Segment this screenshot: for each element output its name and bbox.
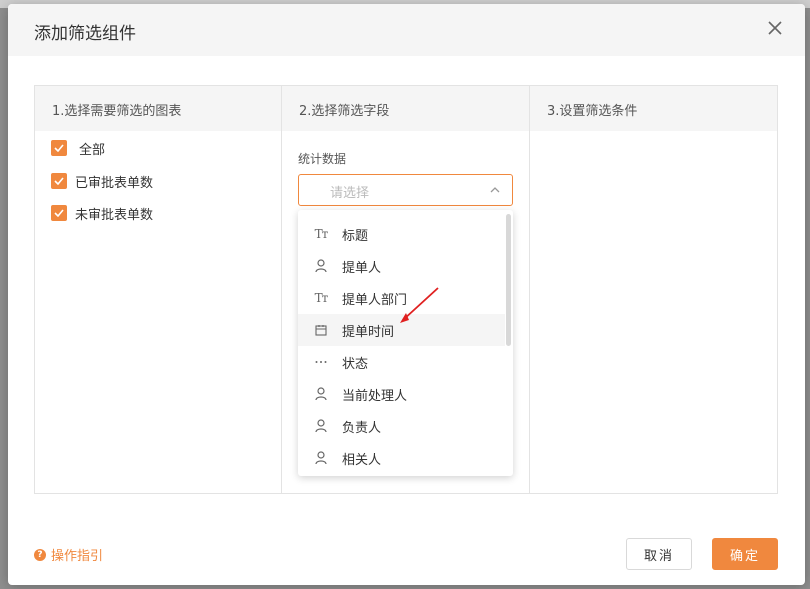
user-icon bbox=[314, 387, 328, 401]
option-label: 标题 bbox=[342, 228, 369, 244]
dropdown-scrollbar[interactable] bbox=[506, 214, 511, 346]
chart-checkbox-approved[interactable]: 已审批表单数 bbox=[51, 172, 154, 191]
checkbox-checked[interactable] bbox=[51, 173, 67, 189]
ellipsis-icon bbox=[314, 355, 328, 369]
option-label: 提单人 bbox=[342, 260, 382, 276]
checkmark-icon bbox=[54, 144, 64, 152]
question-icon: ? bbox=[34, 548, 46, 561]
add-filter-dialog: 添加筛选组件 1.选择需要筛选的图表 全部 已审批表单数 未审批表单数 2.选择… bbox=[8, 4, 805, 585]
select-placeholder: 请选择 bbox=[330, 186, 370, 201]
user-icon bbox=[314, 419, 328, 433]
confirm-button[interactable]: 确定 bbox=[712, 538, 778, 570]
option-label: 相关人 bbox=[342, 452, 382, 468]
checkbox-label: 全部 bbox=[79, 142, 106, 158]
chart-column-header: 1.选择需要筛选的图表 bbox=[35, 86, 281, 131]
field-section-label: 统计数据 bbox=[298, 152, 347, 166]
text-icon: Tт bbox=[314, 227, 329, 241]
chart-checkbox-unapproved[interactable]: 未审批表单数 bbox=[51, 204, 154, 223]
dialog-header: 添加筛选组件 bbox=[8, 4, 805, 56]
user-icon bbox=[314, 451, 328, 465]
help-guide-link[interactable]: ? 操作指引 bbox=[34, 545, 103, 564]
dropdown-option-status[interactable]: 状态 bbox=[298, 346, 505, 378]
checkbox-label: 已审批表单数 bbox=[75, 175, 154, 191]
help-link-text: 操作指引 bbox=[51, 549, 104, 564]
filter-config-panel: 1.选择需要筛选的图表 全部 已审批表单数 未审批表单数 2.选择筛选字段 统计… bbox=[34, 85, 778, 494]
option-label: 负责人 bbox=[342, 420, 382, 436]
field-select[interactable]: 请选择 bbox=[298, 174, 513, 206]
checkmark-icon bbox=[54, 209, 64, 217]
option-label: 状态 bbox=[342, 356, 369, 372]
dropdown-option-related[interactable]: 相关人 bbox=[298, 442, 505, 474]
chart-checkbox-all[interactable]: 全部 bbox=[51, 139, 106, 158]
dropdown-option-submitter[interactable]: 提单人 bbox=[298, 250, 505, 282]
option-label: 当前处理人 bbox=[342, 388, 408, 404]
checkmark-icon bbox=[54, 177, 64, 185]
close-button[interactable] bbox=[765, 18, 785, 38]
checkbox-checked[interactable] bbox=[51, 140, 67, 156]
calendar-icon bbox=[314, 323, 328, 337]
dropdown-option-submit-time[interactable]: 提单时间 bbox=[298, 314, 505, 346]
checkbox-checked[interactable] bbox=[51, 205, 67, 221]
checkbox-label: 未审批表单数 bbox=[75, 207, 154, 223]
chart-selection-column: 1.选择需要筛选的图表 全部 已审批表单数 未审批表单数 bbox=[35, 86, 282, 493]
user-icon bbox=[314, 259, 328, 273]
dropdown-option-submitter-dept[interactable]: Tт 提单人部门 bbox=[298, 282, 505, 314]
condition-column-header: 3.设置筛选条件 bbox=[530, 86, 777, 131]
dialog-title: 添加筛选组件 bbox=[34, 24, 136, 44]
cancel-button[interactable]: 取消 bbox=[626, 538, 692, 570]
dropdown-option-title[interactable]: Tт 标题 bbox=[298, 218, 505, 250]
option-label: 提单时间 bbox=[342, 324, 395, 340]
option-label: 提单人部门 bbox=[342, 292, 408, 308]
dropdown-option-owner[interactable]: 负责人 bbox=[298, 410, 505, 442]
close-icon bbox=[768, 21, 782, 35]
dropdown-option-current-handler[interactable]: 当前处理人 bbox=[298, 378, 505, 410]
text-icon: Tт bbox=[314, 291, 329, 305]
field-dropdown-menu: Tт 标题 提单人 Tт 提单人部门 提单时间 状态 当前处理人 负责人 相关人 bbox=[298, 210, 513, 476]
field-selection-column: 2.选择筛选字段 统计数据 请选择 Tт 标题 提单人 Tт 提单人部门 提单时… bbox=[282, 86, 530, 493]
chevron-up-icon bbox=[490, 187, 500, 193]
condition-column: 3.设置筛选条件 bbox=[530, 86, 777, 493]
field-column-header: 2.选择筛选字段 bbox=[282, 86, 529, 131]
